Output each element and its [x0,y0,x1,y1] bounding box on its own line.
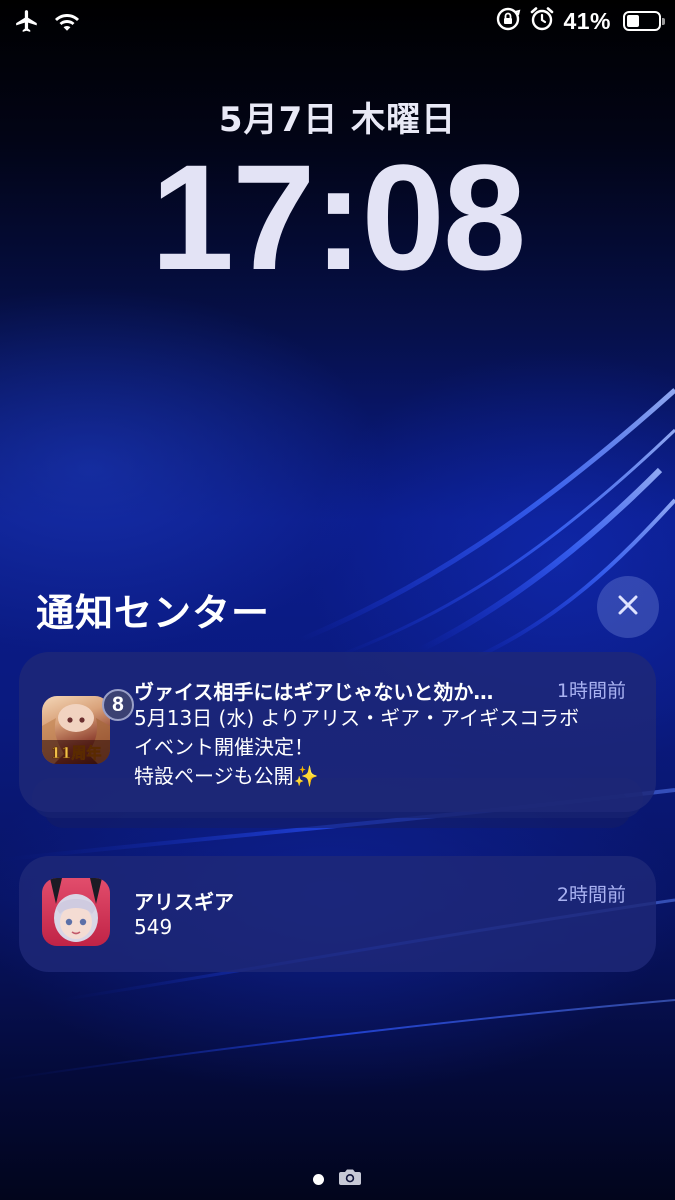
svg-text:11周年: 11周年 [51,744,102,762]
notification-title: アリスギア [134,890,234,914]
notification-group-game[interactable]: 11周年 8 ヴァイス相手にはギアじゃないと効か… 1時間前 5月13日 (水)… [19,652,656,812]
notification-title: ヴァイス相手にはギアじゃないと効か… [134,680,494,704]
battery-cap [662,18,665,25]
camera-icon[interactable] [338,1168,362,1190]
notification-body-line: 549 [134,915,173,939]
battery-icon [623,11,665,31]
notification-count-badge: 8 [102,689,134,721]
close-icon [617,594,639,620]
game-app-icon: 11周年 [42,696,110,764]
notification-body-line: 特設ページも公開✨ [134,764,319,788]
battery-percentage: 41% [563,7,611,34]
airplane-icon [14,8,40,38]
status-right: 41% [495,6,665,36]
wifi-icon [54,10,80,36]
alice-gear-app-icon [42,878,110,946]
app-icon-art: 11周年 [42,704,110,764]
status-bar: 41% [0,0,675,44]
notification-time: 1時間前 [556,680,626,702]
notification-body-line: 5月13日 (水) よりアリス・ギア・アイギスコラボ [134,706,580,730]
battery-level [627,15,639,27]
page-dot-current [313,1173,324,1185]
notification-center-title: 通知センター [36,591,271,635]
status-left [14,8,80,38]
app-icon-art [50,878,102,942]
clear-notifications-button[interactable] [597,576,659,638]
rotation-lock-icon [495,6,521,36]
lock-screen-time: 17:08 [150,133,527,301]
alarm-icon [529,6,555,36]
notification-alice-gear[interactable]: アリスギア 2時間前 549 [19,856,656,972]
notification-body-line: イベント開催決定！ [134,735,314,759]
page-indicator [0,1168,675,1190]
notification-time: 2時間前 [556,884,626,906]
